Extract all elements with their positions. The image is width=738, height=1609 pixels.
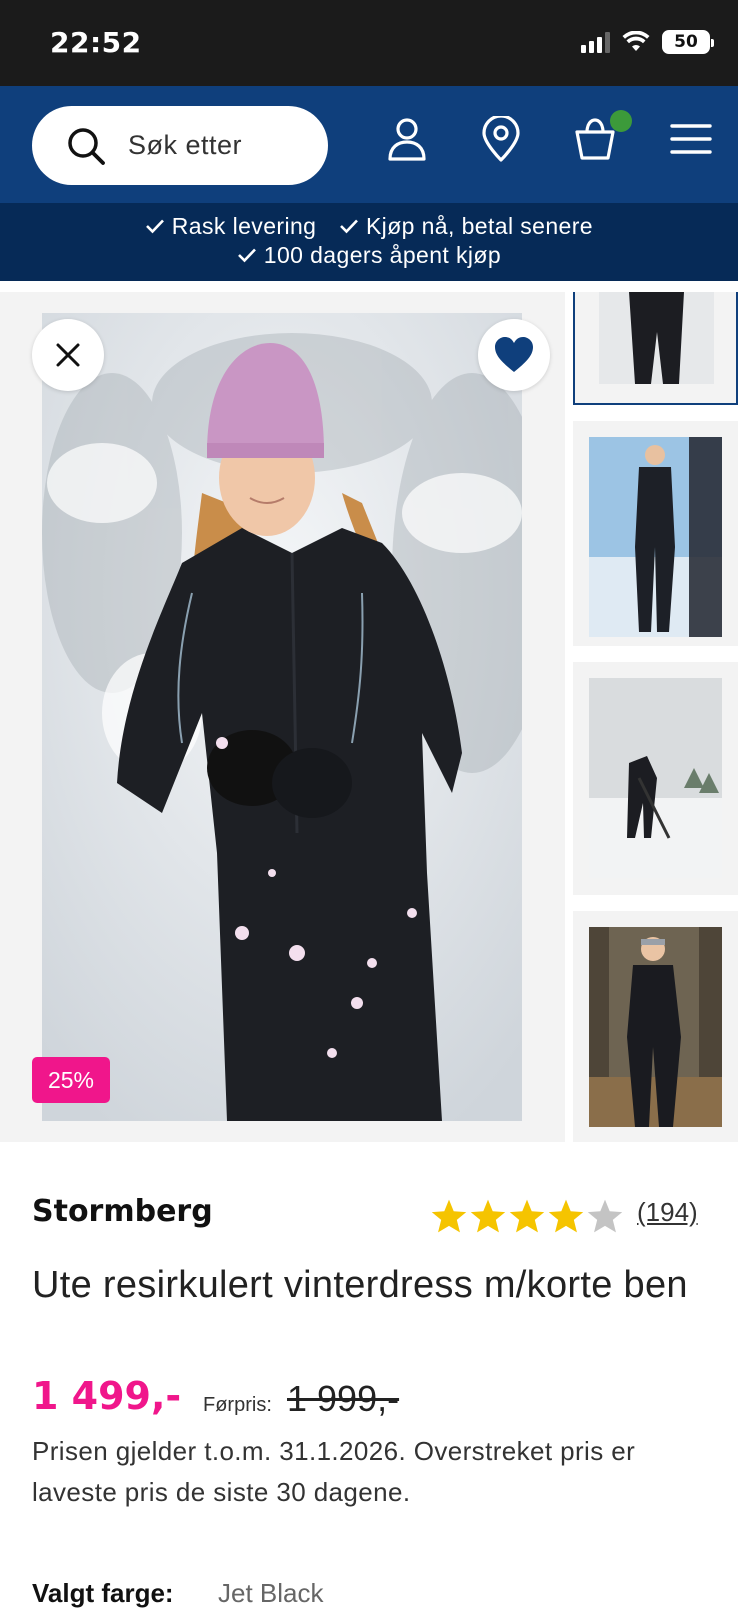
- product-gallery[interactable]: [0, 292, 565, 1142]
- cart-indicator-dot: [610, 110, 632, 132]
- rating-stars[interactable]: [430, 1198, 624, 1234]
- thumbnail-2[interactable]: [573, 421, 738, 646]
- wifi-icon: [622, 31, 650, 51]
- star-icon: [548, 1199, 584, 1233]
- check-icon: [238, 248, 256, 263]
- product-main-image[interactable]: [42, 313, 522, 1121]
- star-icon: [470, 1199, 506, 1233]
- product-info: Stormberg (194) Ute resirkulert vinterdr…: [0, 1142, 738, 1608]
- price-note: Prisen gjelder t.o.m. 31.1.2026. Overstr…: [32, 1436, 636, 1507]
- thumbnail-3[interactable]: [573, 662, 738, 895]
- reviews-link[interactable]: (194): [637, 1197, 698, 1228]
- close-button[interactable]: [32, 319, 104, 391]
- search-icon: [68, 127, 105, 165]
- status-bar: 22:52 50: [0, 0, 738, 86]
- usp-item: Kjøp nå, betal senere: [339, 213, 593, 240]
- color-label: Valgt farge:: [32, 1578, 174, 1608]
- star-icon: [509, 1199, 545, 1233]
- user-icon[interactable]: [384, 116, 430, 162]
- thumbnail-1[interactable]: [573, 292, 738, 405]
- signal-icon: [581, 31, 610, 53]
- status-icons: 50: [581, 30, 714, 54]
- thumbnail-4[interactable]: [573, 911, 738, 1142]
- location-pin-icon[interactable]: [478, 116, 524, 162]
- favorite-button[interactable]: [478, 319, 550, 391]
- check-icon: [146, 219, 164, 234]
- product-brand[interactable]: Stormberg: [32, 1194, 213, 1229]
- menu-icon[interactable]: [668, 116, 714, 162]
- product-title: Ute resirkulert vinterdress m/korte ben: [32, 1264, 688, 1306]
- before-price-label: Førpris:: [203, 1394, 272, 1416]
- star-empty-icon: [587, 1199, 623, 1233]
- site-header: Søk etter: [0, 86, 738, 203]
- discount-badge: 25%: [32, 1057, 110, 1103]
- heart-icon: [495, 337, 533, 372]
- usp-item: Rask levering: [145, 213, 316, 240]
- close-icon: [56, 343, 80, 367]
- current-price: 1 499,-: [32, 1374, 182, 1418]
- status-time: 22:52: [50, 26, 142, 59]
- search-placeholder: Søk etter: [128, 130, 243, 160]
- battery-icon: 50: [662, 30, 714, 54]
- check-icon: [340, 219, 359, 234]
- star-icon: [431, 1199, 467, 1233]
- usp-banner: Rask levering Kjøp nå, betal senere 100 …: [0, 203, 738, 281]
- color-value: Jet Black: [218, 1578, 324, 1608]
- search-input[interactable]: Søk etter: [32, 106, 328, 185]
- usp-item: 100 dagers åpent kjøp: [237, 242, 501, 269]
- thumbnail-strip[interactable]: [573, 292, 738, 1142]
- before-price: 1 999,-: [287, 1378, 400, 1419]
